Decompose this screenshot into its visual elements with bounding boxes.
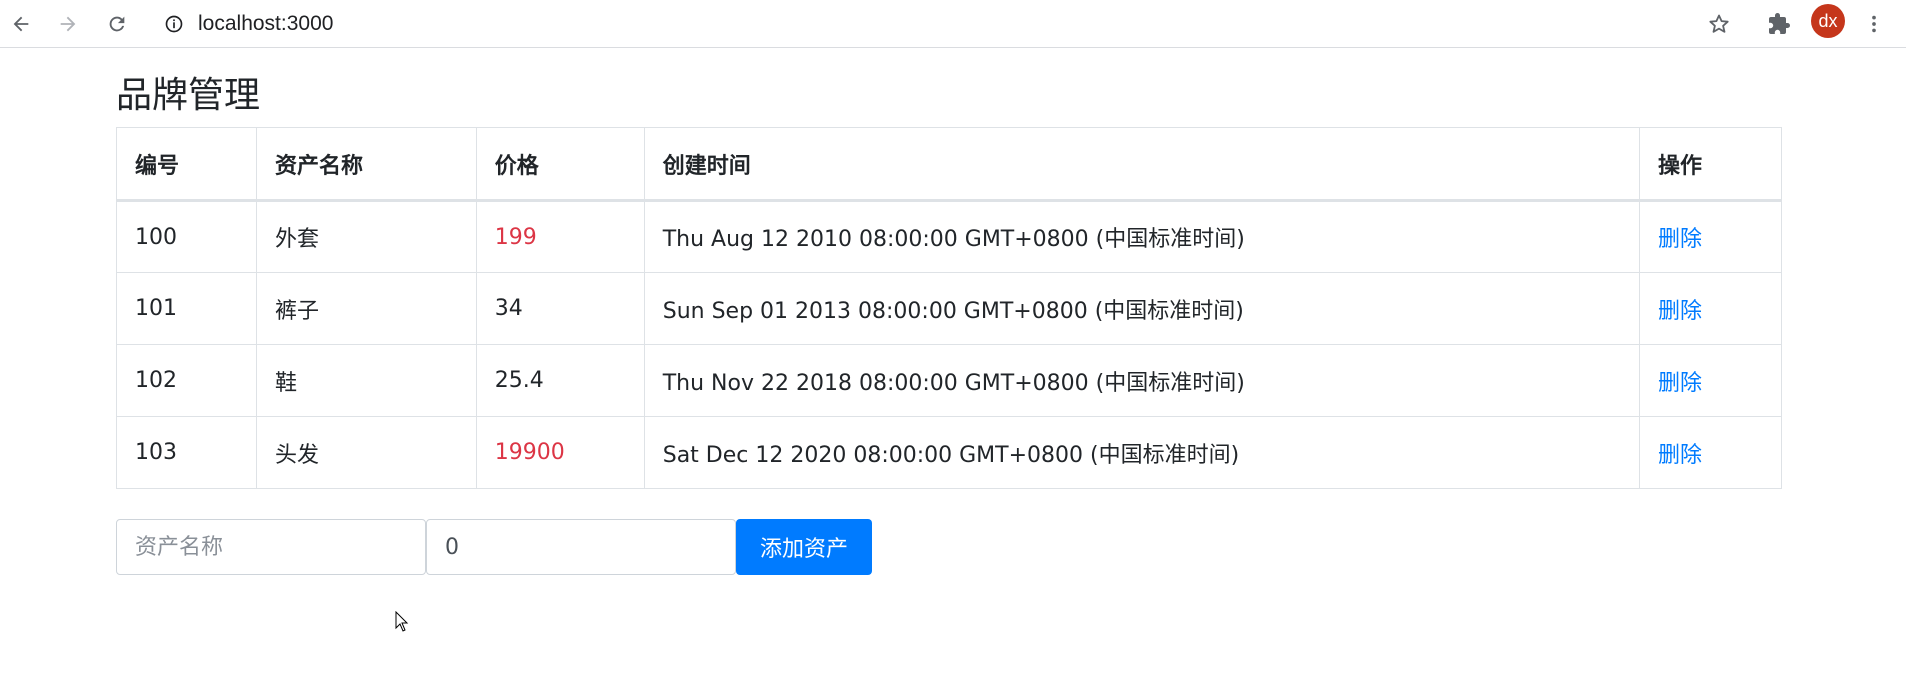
header-name: 资产名称 [255, 127, 477, 202]
table-row: 100 外套 199 Thu Aug 12 2010 08:00:00 GMT+… [116, 200, 1782, 273]
header-actions: 操作 [1639, 127, 1782, 202]
cell-id: 102 [116, 344, 257, 417]
table-row: 103 头发 19900 Sat Dec 12 2020 08:00:00 GM… [116, 416, 1782, 489]
back-arrow-icon [13, 16, 29, 32]
cell-price: 25.4 [475, 344, 645, 417]
forward-button[interactable] [50, 6, 86, 42]
site-info-button[interactable] [154, 4, 194, 44]
browser-toolbar: localhost:3000 dx [0, 0, 1906, 48]
browser-menu-button[interactable] [1856, 6, 1892, 42]
delete-link[interactable]: 删除 [1658, 227, 1702, 252]
delete-link[interactable]: 删除 [1658, 371, 1702, 396]
header-created: 创建时间 [643, 127, 1641, 202]
extensions-button[interactable] [1761, 6, 1797, 42]
header-id: 编号 [116, 127, 257, 202]
cell-name: 裤子 [255, 272, 477, 345]
back-button[interactable] [3, 6, 39, 42]
kebab-menu-icon [1872, 15, 1876, 33]
asset-name-input[interactable] [116, 519, 426, 575]
delete-link[interactable]: 删除 [1658, 299, 1702, 324]
asset-table: 编号 资产名称 价格 创建时间 操作 100 外套 199 Thu Aug 12… [116, 127, 1782, 489]
bookmark-button[interactable] [1701, 6, 1737, 42]
reload-button[interactable] [99, 6, 135, 42]
table-row: 102 鞋 25.4 Thu Nov 22 2018 08:00:00 GMT+… [116, 344, 1782, 417]
cell-actions: 删除 [1639, 344, 1782, 417]
delete-link[interactable]: 删除 [1658, 443, 1702, 468]
asset-price-input[interactable] [426, 519, 736, 575]
cell-price: 34 [475, 272, 645, 345]
cell-id: 100 [116, 200, 257, 273]
forward-arrow-icon [60, 16, 76, 32]
url-text: localhost:3000 [198, 12, 334, 35]
table-header-row: 编号 资产名称 价格 创建时间 操作 [116, 127, 1782, 202]
add-asset-button[interactable]: 添加资产 [736, 519, 872, 575]
address-bar[interactable]: localhost:3000 [154, 4, 1704, 44]
page-title: 品牌管理 [116, 75, 261, 117]
cell-created: Sat Dec 12 2020 08:00:00 GMT+0800 (中国标准时… [643, 416, 1641, 489]
cell-created: Sun Sep 01 2013 08:00:00 GMT+0800 (中国标准时… [643, 272, 1641, 345]
cell-id: 101 [116, 272, 257, 345]
info-icon [165, 15, 183, 33]
cell-price: 19900 [475, 416, 645, 489]
star-icon [1709, 14, 1729, 33]
profile-avatar[interactable]: dx [1811, 4, 1845, 38]
cell-name: 外套 [255, 200, 477, 273]
cell-price: 199 [475, 200, 645, 273]
cell-actions: 删除 [1639, 200, 1782, 273]
cell-created: Thu Aug 12 2010 08:00:00 GMT+0800 (中国标准时… [643, 200, 1641, 273]
table-row: 101 裤子 34 Sun Sep 01 2013 08:00:00 GMT+0… [116, 272, 1782, 345]
cell-actions: 删除 [1639, 416, 1782, 489]
header-price: 价格 [475, 127, 645, 202]
puzzle-icon [1769, 13, 1790, 34]
cell-name: 头发 [255, 416, 477, 489]
add-asset-form: 添加资产 [116, 519, 872, 575]
mouse-cursor-icon [395, 611, 409, 632]
cell-id: 103 [116, 416, 257, 489]
reload-icon [109, 16, 125, 32]
cell-created: Thu Nov 22 2018 08:00:00 GMT+0800 (中国标准时… [643, 344, 1641, 417]
cell-actions: 删除 [1639, 272, 1782, 345]
cell-name: 鞋 [255, 344, 477, 417]
